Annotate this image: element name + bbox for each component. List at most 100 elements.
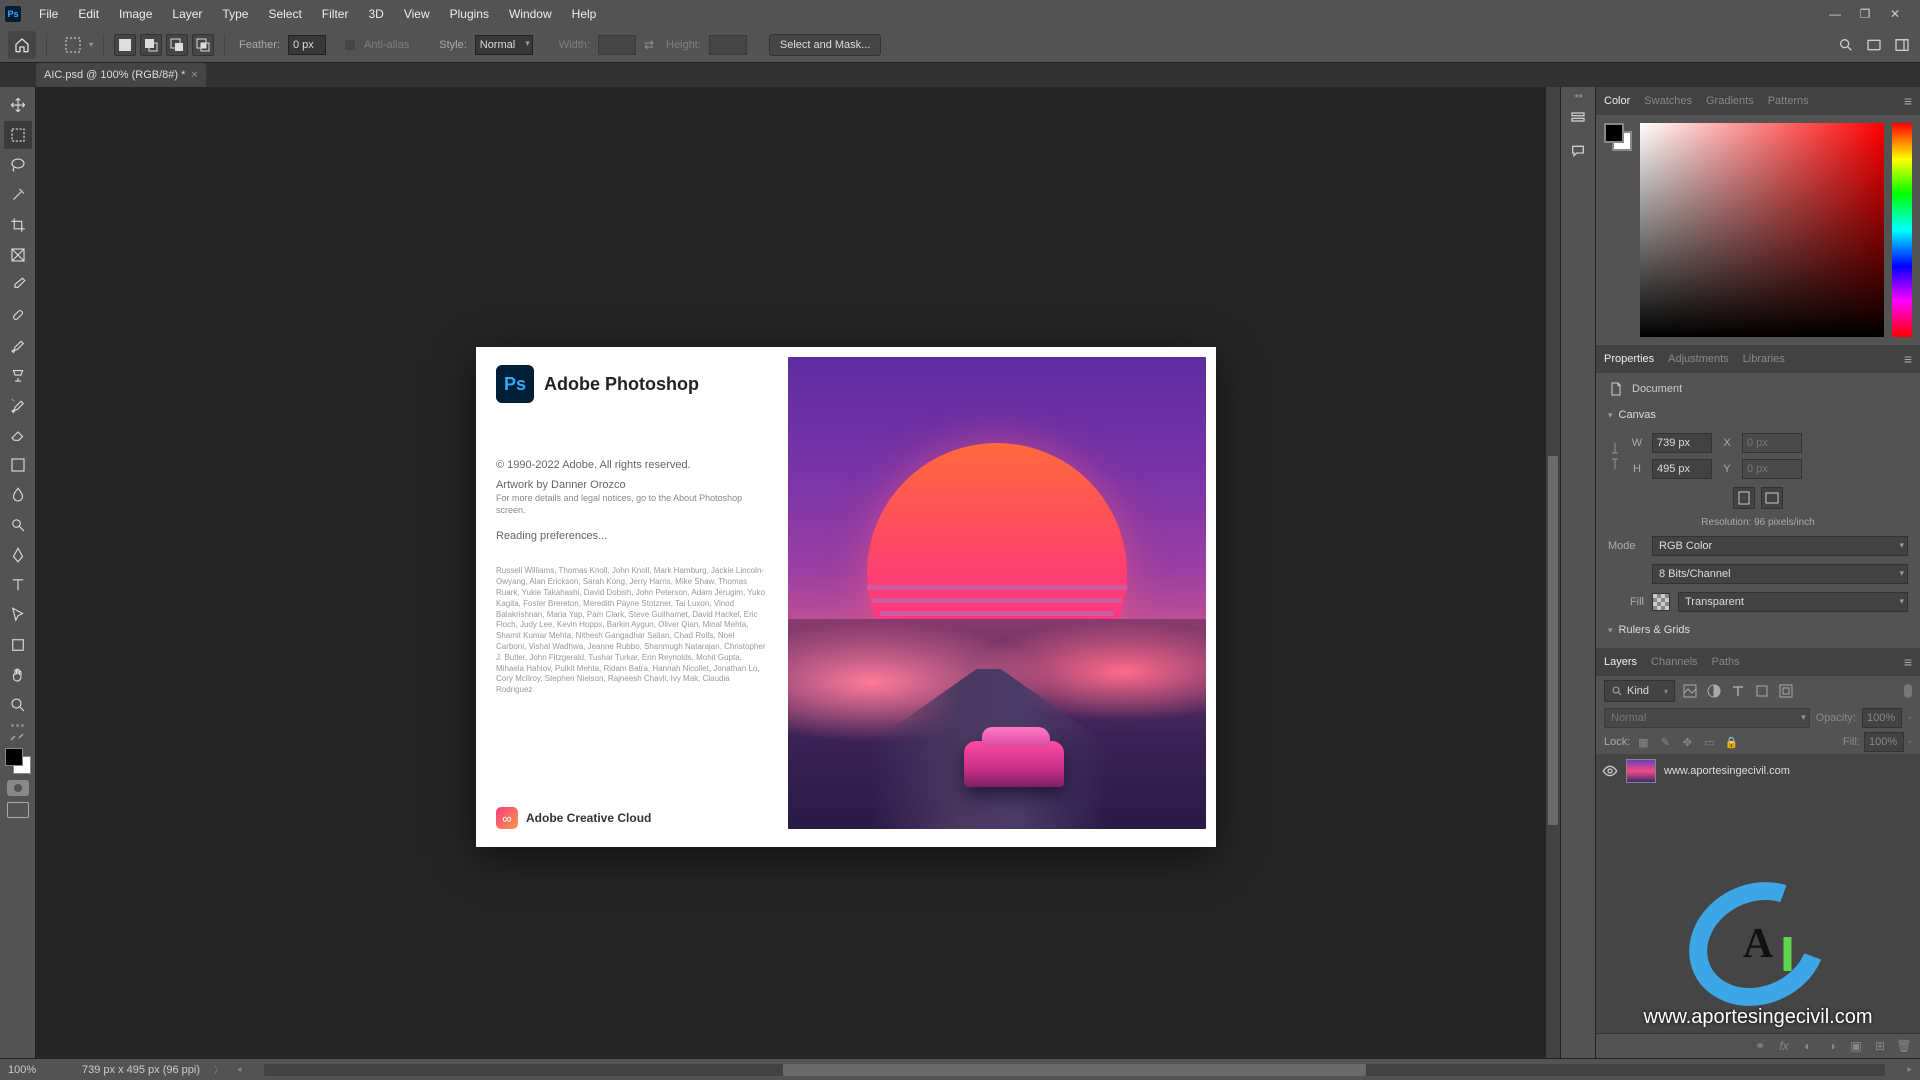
tool-rectangle[interactable] [4,631,32,659]
fill-select[interactable]: Transparent [1678,592,1908,612]
color-fg-bg[interactable] [1604,123,1632,151]
group-icon[interactable]: ▣ [1848,1038,1864,1054]
tool-pen[interactable] [4,541,32,569]
tab-properties[interactable]: Properties [1604,353,1654,365]
tab-paths[interactable]: Paths [1712,656,1740,668]
lock-pixels-icon[interactable]: ✎ [1656,733,1674,751]
foreground-background-colors[interactable] [5,748,31,774]
menu-layer[interactable]: Layer [162,0,212,27]
quick-mask-icon[interactable] [7,780,29,796]
tool-path-select[interactable] [4,601,32,629]
menu-type[interactable]: Type [212,0,258,27]
layer-thumbnail[interactable] [1626,759,1656,783]
document-info[interactable]: 739 px x 495 px (96 ppi) [82,1064,200,1076]
rulers-section-toggle[interactable]: Rulers & Grids [1608,620,1908,640]
link-layers-icon[interactable]: ⚭ [1752,1038,1768,1054]
filter-shape-icon[interactable] [1753,682,1771,700]
tab-channels[interactable]: Channels [1651,656,1697,668]
filter-toggle[interactable] [1904,684,1912,698]
selection-subtract[interactable] [166,34,188,56]
color-picker-field[interactable] [1640,123,1884,337]
delete-layer-icon[interactable]: 🗑 [1896,1038,1912,1054]
layer-style-icon[interactable]: fx [1776,1038,1792,1054]
color-panel-menu[interactable]: ≡ [1904,93,1912,109]
canvas-area[interactable]: Ps Adobe Photoshop © 1990-2022 Adobe. Al… [36,87,1560,1058]
tool-eyedropper[interactable] [4,271,32,299]
filter-adjust-icon[interactable] [1705,682,1723,700]
lock-artboard-icon[interactable]: ▭ [1700,733,1718,751]
expand-dock-icon[interactable]: ◂◂ [1574,91,1582,100]
menu-help[interactable]: Help [562,0,607,27]
filter-type-icon[interactable] [1729,682,1747,700]
tool-history-brush[interactable] [4,391,32,419]
tool-eraser[interactable] [4,421,32,449]
zoom-level[interactable]: 100% [8,1064,68,1076]
tool-move[interactable] [4,91,32,119]
search-icon[interactable] [1836,37,1856,53]
layers-panel-menu[interactable]: ≡ [1904,654,1912,670]
color-mode-select[interactable]: RGB Color [1652,536,1908,556]
tab-layers[interactable]: Layers [1604,656,1637,668]
layer-row[interactable]: www.aportesingecivil.com [1596,754,1920,788]
vertical-scrollbar[interactable] [1546,87,1560,1058]
horizontal-scrollbar[interactable] [264,1064,1886,1076]
tab-libraries[interactable]: Libraries [1743,353,1785,365]
fill-swatch[interactable] [1652,593,1670,611]
marquee-tool-preset[interactable] [61,33,85,57]
tool-healing[interactable] [4,301,32,329]
menu-file[interactable]: File [29,0,68,27]
layer-mask-icon[interactable]: ◐ [1800,1038,1816,1054]
tool-marquee[interactable] [4,121,32,149]
bit-depth-select[interactable]: 8 Bits/Channel [1652,564,1908,584]
tab-swatches[interactable]: Swatches [1644,95,1692,107]
edit-toolbar-icon[interactable] [6,724,30,727]
menu-image[interactable]: Image [109,0,162,27]
filter-smart-icon[interactable] [1777,682,1795,700]
hue-slider[interactable] [1892,123,1912,337]
close-button[interactable]: ✕ [1885,6,1905,22]
tool-type[interactable] [4,571,32,599]
tool-frame[interactable] [4,241,32,269]
menu-select[interactable]: Select [258,0,311,27]
selection-new[interactable] [114,34,136,56]
filter-pixel-icon[interactable] [1681,682,1699,700]
tool-crop[interactable] [4,211,32,239]
restore-button[interactable]: ❐ [1855,6,1875,22]
canvas-width-input[interactable] [1652,433,1712,453]
orientation-portrait[interactable] [1733,487,1755,509]
selection-add[interactable] [140,34,162,56]
link-wh-icon[interactable] [1608,439,1622,473]
menu-plugins[interactable]: Plugins [440,0,499,27]
layer-visibility-icon[interactable] [1602,763,1618,779]
screen-mode-icon[interactable] [7,802,29,818]
menu-view[interactable]: View [394,0,440,27]
layer-filter-type[interactable]: Kind ▾ [1604,680,1675,702]
tab-patterns[interactable]: Patterns [1768,95,1809,107]
selection-intersect[interactable] [192,34,214,56]
menu-edit[interactable]: Edit [68,0,109,27]
tool-hand[interactable] [4,661,32,689]
canvas-height-input[interactable] [1652,459,1712,479]
tool-brush[interactable] [4,331,32,359]
minimize-button[interactable]: — [1825,6,1845,22]
hscroll-right[interactable]: ▸ [1907,1064,1912,1075]
adjustment-layer-icon[interactable]: ◑ [1824,1038,1840,1054]
select-and-mask-button[interactable]: Select and Mask... [769,34,882,56]
doc-info-dropdown[interactable]: 〉 [214,1063,223,1076]
orientation-landscape[interactable] [1761,487,1783,509]
menu-window[interactable]: Window [499,0,562,27]
swap-colors-icon[interactable] [9,732,27,742]
menu-3d[interactable]: 3D [358,0,393,27]
tab-adjustments[interactable]: Adjustments [1668,353,1729,365]
tab-color[interactable]: Color [1604,95,1630,107]
canvas-section-toggle[interactable]: Canvas [1608,405,1908,425]
history-panel-icon[interactable] [1568,107,1588,127]
properties-panel-menu[interactable]: ≡ [1904,351,1912,367]
tool-lasso[interactable] [4,151,32,179]
menu-filter[interactable]: Filter [312,0,359,27]
home-button[interactable] [8,31,36,59]
tool-clone[interactable] [4,361,32,389]
document-tab[interactable]: AIC.psd @ 100% (RGB/8#) * × [36,63,206,87]
hscroll-left[interactable]: ◂ [237,1064,242,1075]
document-tab-close[interactable]: × [191,69,197,81]
